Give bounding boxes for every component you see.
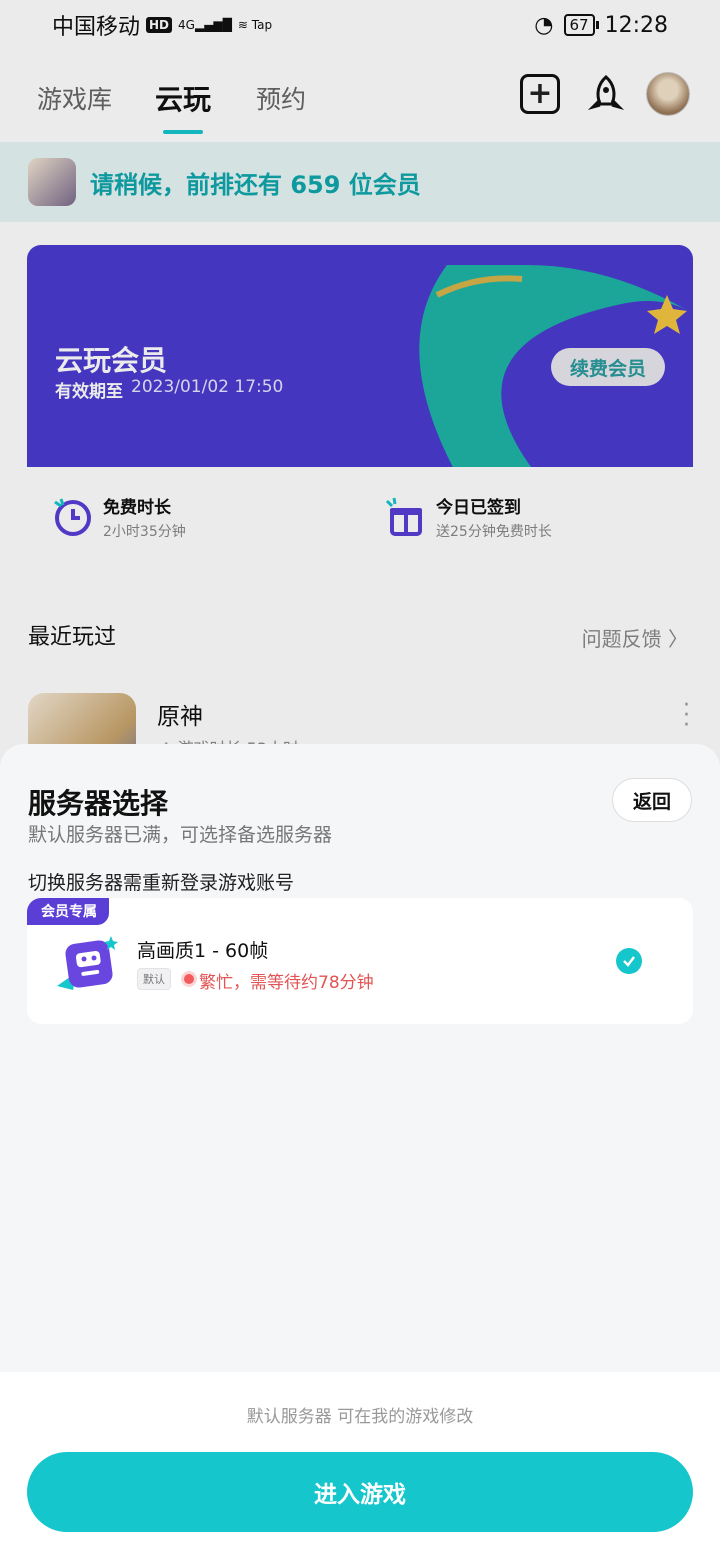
sheet-subtitle: 默认服务器已满，可选择备选服务器 [28,824,333,846]
busy-status-icon [184,974,194,984]
selected-check-icon[interactable] [616,948,642,974]
sheet-title: 服务器选择 [28,787,169,820]
server-select-sheet: 服务器选择 默认服务器已满，可选择备选服务器 返回 切换服务器需重新登录游戏账号… [0,744,720,1560]
footer-note: 默认服务器 可在我的游戏修改 [246,1407,474,1427]
switch-server-tip: 切换服务器需重新登录游戏账号 [28,872,295,894]
robot-icon [55,932,119,996]
enter-game-button[interactable]: 进入游戏 [27,1452,693,1532]
server-status: 繁忙，需等待约78分钟 [199,973,374,993]
back-button[interactable]: 返回 [612,778,692,822]
default-badge: 默认 [137,968,171,990]
vip-only-badge: 会员专属 [27,898,109,925]
server-name: 高画质1 - 60帧 [137,940,269,962]
server-option[interactable]: 会员专属 高画质1 - 60帧 默认 繁忙，需等待约78分钟 [27,898,693,1024]
sheet-footer: 默认服务器 可在我的游戏修改 进入游戏 [0,1372,720,1560]
